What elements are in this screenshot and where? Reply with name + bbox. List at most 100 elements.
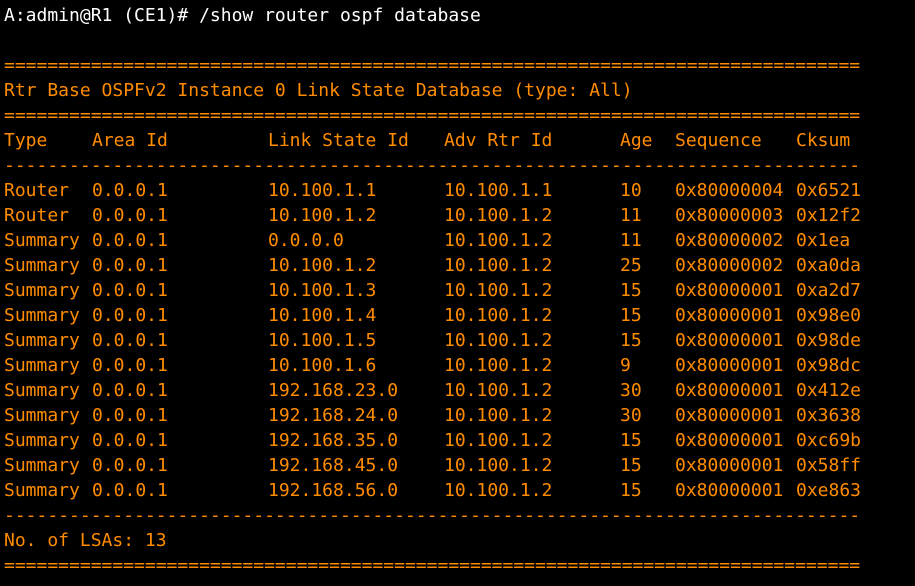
command-prompt: A:admin@R1 (CE1)# /show router ospf data… xyxy=(4,5,481,26)
cell-area-id: 0.0.0.1 xyxy=(92,305,168,326)
cell-adv-rtr-id: 10.100.1.2 xyxy=(444,430,553,451)
cell-cksum: 0x6521 xyxy=(796,180,862,201)
cell-area-id: 0.0.0.1 xyxy=(92,355,168,376)
cell-type: Summary xyxy=(4,430,80,451)
cell-age: 15 xyxy=(620,280,642,301)
separator-single-footer: ----------------------------------------… xyxy=(4,505,861,526)
table-row: Summary 0.0.0.1 192.168.23.0 10.100.1.2 … xyxy=(4,378,915,403)
table-row: Summary 0.0.0.1 192.168.35.0 10.100.1.2 … xyxy=(4,428,915,453)
table-row: Summary 0.0.0.1 10.100.1.4 10.100.1.2 15… xyxy=(4,303,915,328)
cell-cksum: 0x1ea xyxy=(796,230,851,251)
cell-cksum: 0xa2d7 xyxy=(796,280,862,301)
cell-type: Summary xyxy=(4,330,80,351)
table-row: Router 0.0.0.1 10.100.1.2 10.100.1.2 11 … xyxy=(4,203,915,228)
cell-area-id: 0.0.0.1 xyxy=(92,280,168,301)
cell-adv-rtr-id: 10.100.1.2 xyxy=(444,280,553,301)
table-title: Rtr Base OSPFv2 Instance 0 Link State Da… xyxy=(4,80,633,101)
cell-area-id: 0.0.0.1 xyxy=(92,230,168,251)
cell-link-state-id: 10.100.1.2 xyxy=(268,255,377,276)
cell-link-state-id: 192.168.45.0 xyxy=(268,455,399,476)
cell-link-state-id: 10.100.1.2 xyxy=(268,205,377,226)
cell-area-id: 0.0.0.1 xyxy=(92,380,168,401)
cell-age: 10 xyxy=(620,180,642,201)
cell-age: 25 xyxy=(620,255,642,276)
cell-cksum: 0x98e0 xyxy=(796,305,862,326)
cell-sequence: 0x80000001 xyxy=(675,355,784,376)
column-header-link-state-id: Link State Id xyxy=(268,130,409,151)
separator-double-bottom: ========================================… xyxy=(4,555,861,576)
cell-type: Summary xyxy=(4,480,80,501)
cell-adv-rtr-id: 10.100.1.2 xyxy=(444,205,553,226)
cell-area-id: 0.0.0.1 xyxy=(92,255,168,276)
cell-cksum: 0x58ff xyxy=(796,455,862,476)
cell-age: 15 xyxy=(620,455,642,476)
cell-sequence: 0x80000001 xyxy=(675,455,784,476)
cell-adv-rtr-id: 10.100.1.2 xyxy=(444,455,553,476)
cell-link-state-id: 10.100.1.4 xyxy=(268,305,377,326)
cell-link-state-id: 10.100.1.1 xyxy=(268,180,377,201)
cell-adv-rtr-id: 10.100.1.2 xyxy=(444,355,553,376)
cell-cksum: 0xa0da xyxy=(796,255,862,276)
cell-type: Summary xyxy=(4,355,80,376)
cell-age: 15 xyxy=(620,305,642,326)
column-header-cksum: Cksum xyxy=(796,130,851,151)
cell-area-id: 0.0.0.1 xyxy=(92,180,168,201)
column-header-area-id: Area Id xyxy=(92,130,168,151)
table-row: Summary 0.0.0.1 10.100.1.3 10.100.1.2 15… xyxy=(4,278,915,303)
cell-cksum: 0xe863 xyxy=(796,480,862,501)
cell-sequence: 0x80000003 xyxy=(675,205,784,226)
cell-type: Summary xyxy=(4,255,80,276)
cell-link-state-id: 10.100.1.6 xyxy=(268,355,377,376)
cell-type: Router xyxy=(4,205,70,226)
column-header-age: Age xyxy=(620,130,653,151)
cell-type: Summary xyxy=(4,230,80,251)
table-row: Summary 0.0.0.1 10.100.1.5 10.100.1.2 15… xyxy=(4,328,915,353)
cell-sequence: 0x80000002 xyxy=(675,255,784,276)
cell-sequence: 0x80000001 xyxy=(675,280,784,301)
cell-sequence: 0x80000001 xyxy=(675,430,784,451)
cell-sequence: 0x80000002 xyxy=(675,230,784,251)
table-row: Summary 0.0.0.1 10.100.1.2 10.100.1.2 25… xyxy=(4,253,915,278)
separator-double-top: ========================================… xyxy=(4,55,861,76)
table-header: Type Area Id Link State Id Adv Rtr Id Ag… xyxy=(4,128,915,153)
cell-sequence: 0x80000001 xyxy=(675,480,784,501)
cell-age: 15 xyxy=(620,480,642,501)
cell-cksum: 0x412e xyxy=(796,380,862,401)
cell-age: 11 xyxy=(620,205,642,226)
cell-link-state-id: 192.168.35.0 xyxy=(268,430,399,451)
table-body: Router 0.0.0.1 10.100.1.1 10.100.1.1 10 … xyxy=(4,178,915,503)
cell-link-state-id: 0.0.0.0 xyxy=(268,230,344,251)
cell-type: Summary xyxy=(4,280,80,301)
lsa-count: No. of LSAs: 13 xyxy=(4,530,167,551)
cell-adv-rtr-id: 10.100.1.2 xyxy=(444,405,553,426)
cell-adv-rtr-id: 10.100.1.1 xyxy=(444,180,553,201)
cell-area-id: 0.0.0.1 xyxy=(92,330,168,351)
cell-adv-rtr-id: 10.100.1.2 xyxy=(444,380,553,401)
table-row: Summary 0.0.0.1 0.0.0.0 10.100.1.2 11 0x… xyxy=(4,228,915,253)
cell-adv-rtr-id: 10.100.1.2 xyxy=(444,255,553,276)
cell-cksum: 0x12f2 xyxy=(796,205,862,226)
table-row: Summary 0.0.0.1 192.168.24.0 10.100.1.2 … xyxy=(4,403,915,428)
cell-link-state-id: 10.100.1.5 xyxy=(268,330,377,351)
cell-area-id: 0.0.0.1 xyxy=(92,205,168,226)
cell-cksum: 0xc69b xyxy=(796,430,862,451)
cell-adv-rtr-id: 10.100.1.2 xyxy=(444,480,553,501)
cell-link-state-id: 10.100.1.3 xyxy=(268,280,377,301)
cell-type: Router xyxy=(4,180,70,201)
cell-age: 15 xyxy=(620,430,642,451)
table-row: Summary 0.0.0.1 192.168.56.0 10.100.1.2 … xyxy=(4,478,915,503)
cell-sequence: 0x80000001 xyxy=(675,330,784,351)
cell-adv-rtr-id: 10.100.1.2 xyxy=(444,230,553,251)
cell-adv-rtr-id: 10.100.1.2 xyxy=(444,305,553,326)
terminal-window[interactable]: A:admin@R1 (CE1)# /show router ospf data… xyxy=(4,3,915,578)
separator-double-header: ========================================… xyxy=(4,105,861,126)
separator-single-header: ----------------------------------------… xyxy=(4,155,861,176)
cell-cksum: 0x98dc xyxy=(796,355,862,376)
cell-adv-rtr-id: 10.100.1.2 xyxy=(444,330,553,351)
column-header-adv-rtr-id: Adv Rtr Id xyxy=(444,130,553,151)
column-header-sequence: Sequence xyxy=(675,130,762,151)
cell-area-id: 0.0.0.1 xyxy=(92,430,168,451)
table-row: Summary 0.0.0.1 192.168.45.0 10.100.1.2 … xyxy=(4,453,915,478)
cell-age: 30 xyxy=(620,380,642,401)
